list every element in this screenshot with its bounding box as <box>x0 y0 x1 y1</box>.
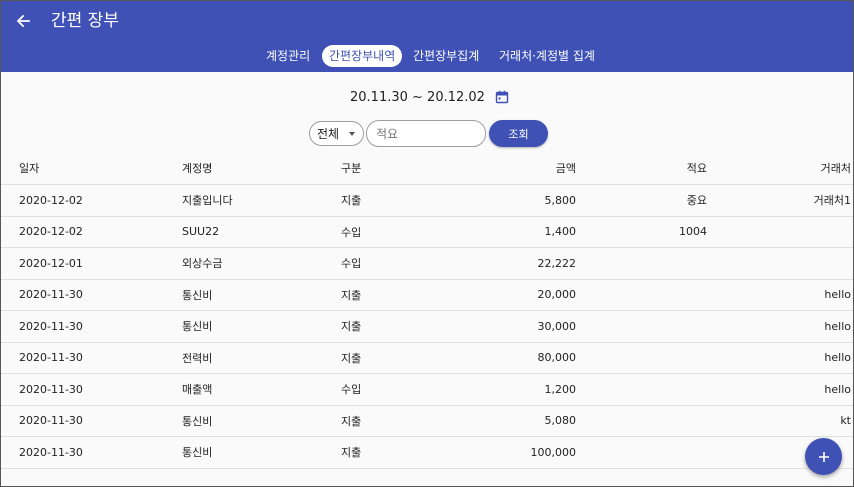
table-row[interactable]: 2020-11-30 매출액 수입 1,200 hello <box>1 374 853 406</box>
cell-type: 수입 <box>341 383 362 397</box>
cell-memo: 1004 <box>679 225 707 239</box>
cell-amount: 5,080 <box>544 414 577 428</box>
tab-account-management[interactable]: 계정관리 <box>266 45 310 67</box>
cell-account: SUU22 <box>182 225 220 239</box>
app-window: 간편 장부 계정관리 간편장부내역 간편장부집계 거래처·계정별 집계 20.1… <box>0 0 854 487</box>
date-range: 20.11.30 ~ 20.12.02 <box>350 88 509 106</box>
column-header-amount[interactable]: 금액 <box>556 152 576 184</box>
ledger-table: 일자 계정명 구분 금액 적요 거래처 2020-12-02 지출입니다 지출 5,8… <box>1 152 853 469</box>
table-row[interactable]: 2020-12-01 외상수금 수입 22,222 <box>1 248 853 280</box>
cell-memo: 중요 <box>686 194 707 208</box>
cell-type: 수입 <box>341 225 362 239</box>
cell-vendor: 거래처1 <box>813 194 851 208</box>
cell-type: 지출 <box>341 414 362 428</box>
cell-type: 지출 <box>341 194 362 208</box>
cell-account: 통신비 <box>182 414 213 428</box>
cell-vendor: hello <box>824 288 851 302</box>
cell-date: 2020-11-30 <box>19 445 83 459</box>
arrow-back-icon <box>16 14 30 28</box>
cell-date: 2020-11-30 <box>19 382 83 396</box>
cell-type: 지출 <box>341 320 362 334</box>
app-bar: 간편 장부 계정관리 간편장부내역 간편장부집계 거래처·계정별 집계 <box>1 1 853 72</box>
cell-amount: 1,400 <box>544 225 577 239</box>
cell-account: 전력비 <box>182 351 213 365</box>
cell-date: 2020-12-02 <box>19 193 83 207</box>
cell-type: 지출 <box>341 446 362 460</box>
cell-account: 매출액 <box>182 383 213 397</box>
cell-vendor: hello <box>824 382 851 396</box>
cell-date: 2020-11-30 <box>19 288 83 302</box>
cell-account: 통신비 <box>182 288 213 302</box>
table-row[interactable]: 2020-12-02 지출입니다 지출 5,800 중요 거래처1 <box>1 185 853 217</box>
cell-type: 지출 <box>341 288 362 302</box>
cell-vendor: hello <box>824 319 851 333</box>
cell-vendor: hello <box>824 351 851 365</box>
memo-search-input[interactable] <box>366 120 486 147</box>
tab-ledger-history[interactable]: 간편장부내역 <box>322 45 403 67</box>
cell-amount: 80,000 <box>537 351 577 365</box>
table-row[interactable]: 2020-11-30 통신비 지출 30,000 hello <box>1 311 853 343</box>
plus-icon <box>818 451 829 462</box>
table-row[interactable]: 2020-11-30 통신비 지출 100,000 <box>1 437 853 469</box>
cell-amount: 1,200 <box>544 382 577 396</box>
table-row[interactable]: 2020-11-30 전력비 지출 80,000 hello <box>1 343 853 374</box>
cell-date: 2020-11-30 <box>19 414 83 428</box>
type-select-value: 전체 <box>317 127 340 141</box>
cell-vendor: kt <box>840 414 851 428</box>
tab-ledger-summary[interactable]: 간편장부집계 <box>413 45 479 67</box>
tab-bar: 계정관리 간편장부내역 간편장부집계 거래처·계정별 집계 <box>1 45 853 67</box>
cell-account: 통신비 <box>182 320 213 334</box>
add-entry-button[interactable] <box>805 438 842 475</box>
column-header-date[interactable]: 일자 <box>19 152 39 184</box>
cell-amount: 20,000 <box>537 288 577 302</box>
cell-account: 통신비 <box>182 446 213 460</box>
cell-date: 2020-12-02 <box>19 225 83 239</box>
table-row[interactable]: 2020-11-30 통신비 지출 5,080 kt <box>1 406 853 437</box>
cell-date: 2020-11-30 <box>19 351 83 365</box>
table-row[interactable]: 2020-11-30 통신비 지출 20,000 hello <box>1 280 853 311</box>
cell-date: 2020-12-01 <box>19 256 83 270</box>
cell-type: 지출 <box>341 351 362 365</box>
table-row[interactable]: 2020-12-02 SUU22 수입 1,400 1004 <box>1 217 853 248</box>
cell-amount: 5,800 <box>544 193 577 207</box>
date-range-text[interactable]: 20.11.30 ~ 20.12.02 <box>350 90 485 105</box>
calendar-icon[interactable] <box>495 90 509 104</box>
cell-amount: 30,000 <box>537 319 577 333</box>
cell-amount: 100,000 <box>530 445 577 459</box>
type-select[interactable]: 전체 <box>309 121 364 146</box>
table-header: 일자 계정명 구분 금액 적요 거래처 <box>1 152 853 185</box>
tab-vendor-account-summary[interactable]: 거래처·계정별 집계 <box>499 45 595 67</box>
filter-row: 전체 조회 <box>1 120 853 148</box>
chevron-down-icon <box>349 132 355 136</box>
column-header-vendor[interactable]: 거래처 <box>821 152 851 184</box>
cell-type: 수입 <box>341 257 362 271</box>
cell-amount: 22,222 <box>537 256 577 270</box>
column-header-account[interactable]: 계정명 <box>182 152 212 184</box>
back-button[interactable] <box>12 10 34 32</box>
cell-date: 2020-11-30 <box>19 319 83 333</box>
cell-account: 외상수금 <box>182 257 223 271</box>
column-header-type[interactable]: 구분 <box>341 152 361 184</box>
page-title: 간편 장부 <box>51 11 119 31</box>
column-header-memo[interactable]: 적요 <box>687 152 707 184</box>
cell-account: 지출입니다 <box>182 194 233 208</box>
search-button[interactable]: 조회 <box>489 120 548 147</box>
